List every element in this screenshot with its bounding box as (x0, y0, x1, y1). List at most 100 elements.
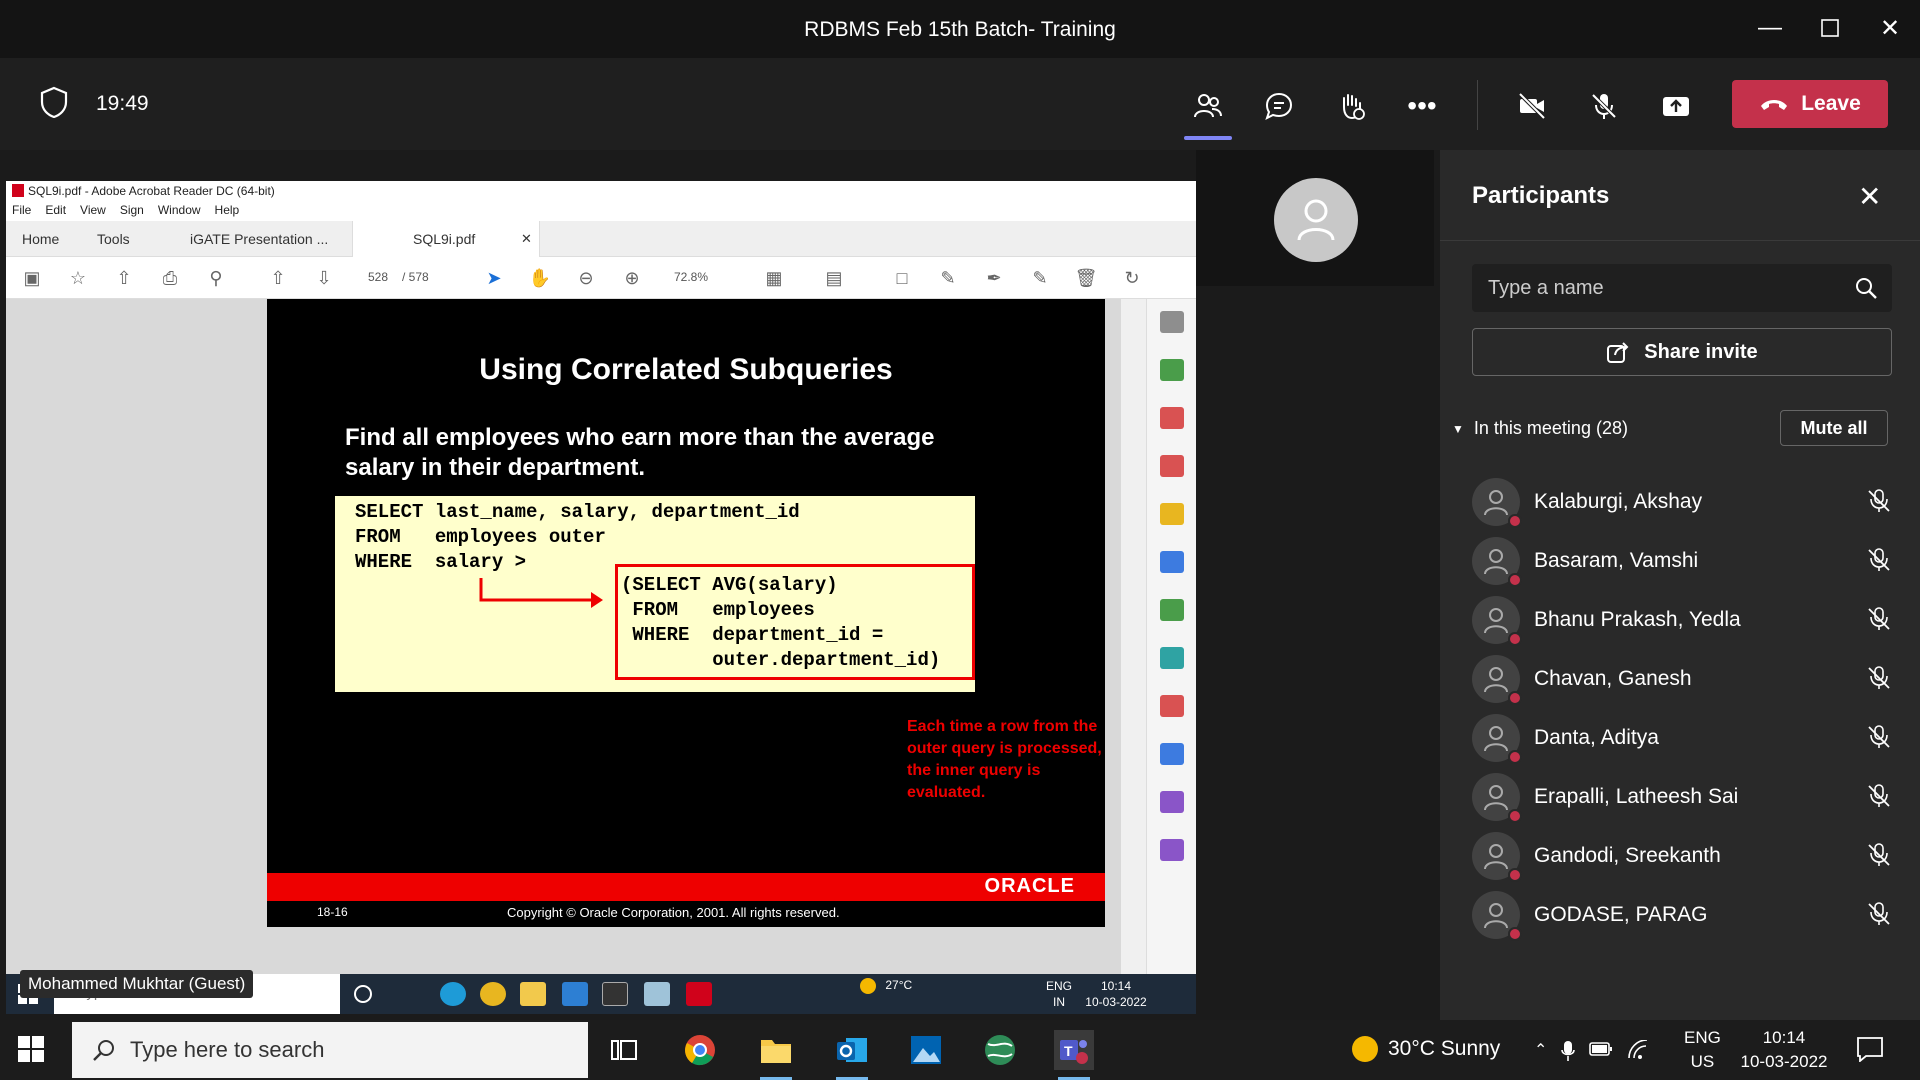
language-indicator[interactable]: ENG US (1684, 1026, 1721, 1074)
teams-icon[interactable]: T (1054, 1030, 1094, 1080)
tab-presentation[interactable]: iGATE Presentation ... (190, 231, 328, 247)
close-icon[interactable]: ✕ (1867, 10, 1913, 46)
mic-off-icon[interactable] (1580, 82, 1628, 130)
participant-search-input[interactable] (1472, 264, 1832, 312)
mic-off-icon[interactable] (1866, 547, 1892, 578)
comment-tool-icon[interactable] (1160, 503, 1184, 525)
taskbar-clock[interactable]: 10:14 10-03-2022 (1734, 1026, 1834, 1074)
photos-icon[interactable] (906, 1030, 946, 1070)
save-icon[interactable]: ▣ (20, 267, 44, 289)
share-screen-icon[interactable] (1652, 82, 1700, 130)
protect-icon[interactable] (1160, 743, 1184, 765)
shield-icon[interactable] (40, 86, 68, 123)
organize-pages-icon[interactable] (1160, 407, 1184, 429)
participant-row[interactable]: GODASE, PARAG (1472, 887, 1892, 943)
tab-document[interactable]: SQL9i.pdf ✕ (352, 221, 540, 257)
maximize-icon[interactable] (1807, 10, 1853, 46)
people-icon[interactable] (1184, 82, 1232, 140)
highlight-pen-icon[interactable]: ✎ (936, 267, 960, 289)
search-icon[interactable]: ⚲ (204, 267, 228, 289)
mic-off-icon[interactable] (1866, 665, 1892, 696)
combine-files-icon[interactable] (1160, 551, 1184, 573)
create-pdf-icon[interactable] (1160, 455, 1184, 477)
zoom-in-icon[interactable]: ⊕ (620, 267, 644, 289)
shared-edge-icon[interactable] (440, 982, 466, 1006)
zoom-tool-icon[interactable] (1160, 311, 1184, 333)
mic-off-icon[interactable] (1866, 783, 1892, 814)
tab-tools[interactable]: Tools (97, 231, 130, 247)
menu-file[interactable]: File (12, 203, 31, 221)
battery-icon[interactable] (1589, 1040, 1613, 1058)
menu-sign[interactable]: Sign (120, 203, 144, 221)
participant-row[interactable]: Gandodi, Sreekanth (1472, 828, 1892, 884)
taskbar-search-box[interactable]: Type here to search (72, 1022, 588, 1078)
export-pdf-icon[interactable] (1160, 359, 1184, 381)
fit-page-icon[interactable]: ▦ (762, 267, 786, 289)
shared-clock[interactable]: 10:14 10-03-2022 (1076, 978, 1156, 1010)
shared-vscode-icon[interactable] (562, 982, 588, 1006)
camera-off-icon[interactable] (1508, 82, 1556, 130)
mic-off-icon[interactable] (1866, 724, 1892, 755)
print-icon[interactable]: ⎙ (158, 267, 182, 289)
shared-chrome-icon[interactable] (480, 982, 506, 1006)
globe-app-icon[interactable] (980, 1030, 1020, 1070)
page-up-icon[interactable]: ⇧ (266, 267, 290, 289)
raise-hand-icon[interactable] (1327, 82, 1375, 130)
menu-help[interactable]: Help (215, 203, 240, 221)
participant-row[interactable]: Chavan, Ganesh (1472, 651, 1892, 707)
shared-language[interactable]: ENG IN (1046, 978, 1072, 1010)
zoom-out-icon[interactable]: ⊖ (574, 267, 598, 289)
participant-search[interactable] (1472, 264, 1892, 312)
upload-icon[interactable]: ⇧ (112, 267, 136, 289)
chrome-icon[interactable] (680, 1030, 720, 1070)
menu-view[interactable]: View (80, 203, 106, 221)
shared-app-icon[interactable] (644, 982, 670, 1006)
mic-off-icon[interactable] (1866, 842, 1892, 873)
menu-window[interactable]: Window (158, 203, 201, 221)
delete-icon[interactable]: 🗑 (1074, 267, 1098, 289)
task-view-icon[interactable] (604, 1030, 644, 1070)
vertical-scrollbar[interactable] (1121, 299, 1146, 1014)
tab-close-icon[interactable]: ✕ (521, 231, 532, 247)
rotate-icon[interactable]: ↻ (1120, 267, 1144, 289)
participant-row[interactable]: Danta, Aditya (1472, 710, 1892, 766)
more-options-icon[interactable]: ••• (1398, 82, 1446, 130)
chat-icon[interactable] (1255, 82, 1303, 130)
select-cursor-icon[interactable]: ➤ (482, 267, 506, 289)
windows-start-icon[interactable] (18, 1036, 44, 1067)
stamp-icon[interactable]: ✎ (1028, 267, 1052, 289)
outlook-icon[interactable] (832, 1030, 872, 1080)
wifi-icon[interactable] (1627, 1040, 1649, 1060)
weather-widget[interactable]: 30°C Sunny (1352, 1036, 1500, 1062)
share-invite-button[interactable]: Share invite (1472, 328, 1892, 376)
file-explorer-icon[interactable] (756, 1030, 796, 1080)
shared-cortana-icon[interactable] (354, 985, 372, 1003)
scan-icon[interactable] (1160, 647, 1184, 669)
notification-icon[interactable] (1856, 1036, 1884, 1067)
draw-icon[interactable]: ✒ (982, 267, 1006, 289)
menu-edit[interactable]: Edit (45, 203, 66, 221)
self-video-tile[interactable] (1196, 150, 1434, 286)
shared-acrobat-icon[interactable] (686, 982, 712, 1006)
more-tools-icon[interactable] (1160, 839, 1184, 861)
mic-off-icon[interactable] (1866, 606, 1892, 637)
participant-row[interactable]: Bhanu Prakash, Yedla (1472, 592, 1892, 648)
hand-tool-icon[interactable]: ✋ (528, 267, 552, 289)
close-panel-icon[interactable]: ✕ (1858, 180, 1881, 213)
leave-button[interactable]: Leave (1732, 80, 1888, 128)
page-down-icon[interactable]: ⇩ (312, 267, 336, 289)
microphone-icon[interactable] (1561, 1040, 1576, 1062)
participant-row[interactable]: Erapalli, Latheesh Sai (1472, 769, 1892, 825)
shared-explorer-icon[interactable] (520, 982, 546, 1006)
edit-pdf-icon[interactable] (1160, 599, 1184, 621)
participant-row[interactable]: Kalaburgi, Akshay (1472, 474, 1892, 530)
chevron-up-icon[interactable]: ⌃ (1534, 1040, 1547, 1062)
minimize-icon[interactable]: — (1747, 10, 1793, 46)
mute-all-button[interactable]: Mute all (1780, 410, 1888, 446)
scroll-mode-icon[interactable]: ▤ (822, 267, 846, 289)
page-current[interactable]: 528 (368, 270, 388, 284)
bookmark-star-icon[interactable]: ☆ (66, 267, 90, 289)
tab-home[interactable]: Home (22, 231, 59, 247)
fill-sign-icon[interactable] (1160, 695, 1184, 717)
zoom-level[interactable]: 72.8% (674, 270, 708, 284)
